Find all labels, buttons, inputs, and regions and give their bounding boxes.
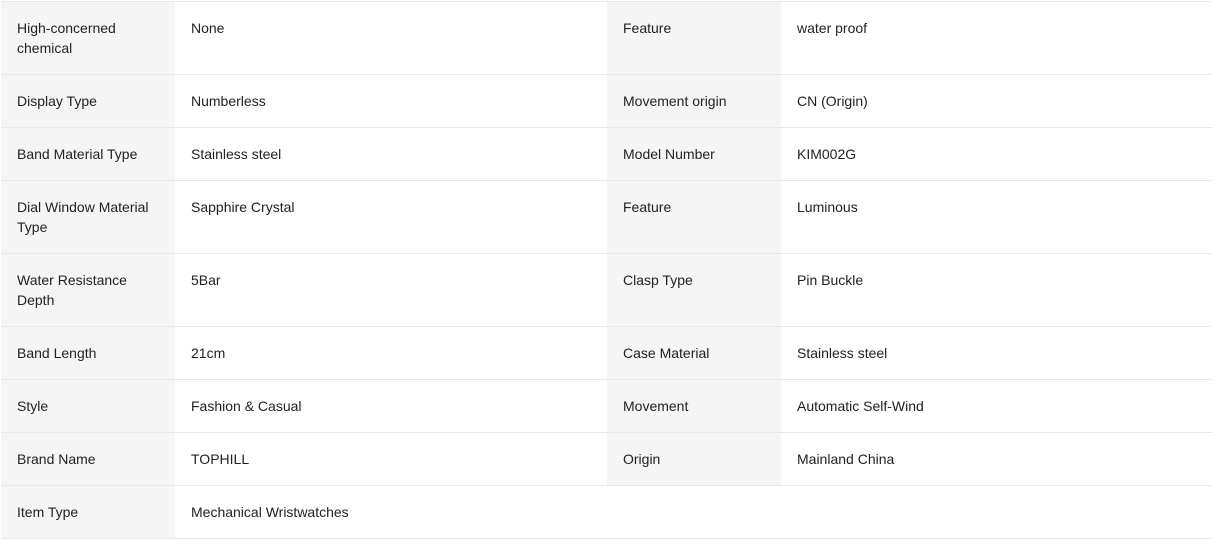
spec-value: Pin Buckle [781, 253, 1213, 327]
spec-key: Brand Name [1, 432, 175, 486]
spec-empty-cell [781, 485, 1213, 539]
spec-key: Origin [607, 432, 781, 486]
spec-row: Style Fashion & Casual Movement Automati… [1, 379, 1213, 433]
spec-key: Water Resistance Depth [1, 253, 175, 327]
spec-value: Sapphire Crystal [175, 180, 607, 254]
spec-value: Mainland China [781, 432, 1213, 486]
spec-key: Display Type [1, 74, 175, 128]
spec-row: Band Material Type Stainless steel Model… [1, 127, 1213, 181]
spec-key: Movement origin [607, 74, 781, 128]
spec-key: Band Length [1, 326, 175, 380]
spec-key: Movement [607, 379, 781, 433]
spec-value: Numberless [175, 74, 607, 128]
spec-key: Feature [607, 1, 781, 75]
spec-key: High-concerned chemical [1, 1, 175, 75]
spec-key: Band Material Type [1, 127, 175, 181]
spec-key: Clasp Type [607, 253, 781, 327]
spec-value: Luminous [781, 180, 1213, 254]
spec-key: Item Type [1, 485, 175, 539]
spec-value: TOPHILL [175, 432, 607, 486]
spec-row: Band Length 21cm Case Material Stainless… [1, 326, 1213, 380]
spec-value: Automatic Self-Wind [781, 379, 1213, 433]
spec-value: KIM002G [781, 127, 1213, 181]
spec-row: Brand Name TOPHILL Origin Mainland China [1, 432, 1213, 486]
spec-row: Item Type Mechanical Wristwatches [1, 485, 1213, 539]
spec-row: Dial Window Material Type Sapphire Cryst… [1, 180, 1213, 254]
spec-value: Fashion & Casual [175, 379, 607, 433]
spec-row: Water Resistance Depth 5Bar Clasp Type P… [1, 253, 1213, 327]
spec-key: Case Material [607, 326, 781, 380]
spec-value: None [175, 1, 607, 75]
spec-value: Mechanical Wristwatches [175, 485, 607, 539]
spec-value: CN (Origin) [781, 74, 1213, 128]
spec-value: Stainless steel [175, 127, 607, 181]
spec-value: 5Bar [175, 253, 607, 327]
spec-row: Display Type Numberless Movement origin … [1, 74, 1213, 128]
spec-key: Feature [607, 180, 781, 254]
spec-empty-cell [607, 485, 781, 539]
spec-value: water proof [781, 1, 1213, 75]
spec-key: Style [1, 379, 175, 433]
spec-key: Model Number [607, 127, 781, 181]
spec-row: High-concerned chemical None Feature wat… [1, 1, 1213, 75]
spec-value: Stainless steel [781, 326, 1213, 380]
spec-value: 21cm [175, 326, 607, 380]
spec-key: Dial Window Material Type [1, 180, 175, 254]
product-specifications-table: High-concerned chemical None Feature wat… [1, 1, 1213, 539]
